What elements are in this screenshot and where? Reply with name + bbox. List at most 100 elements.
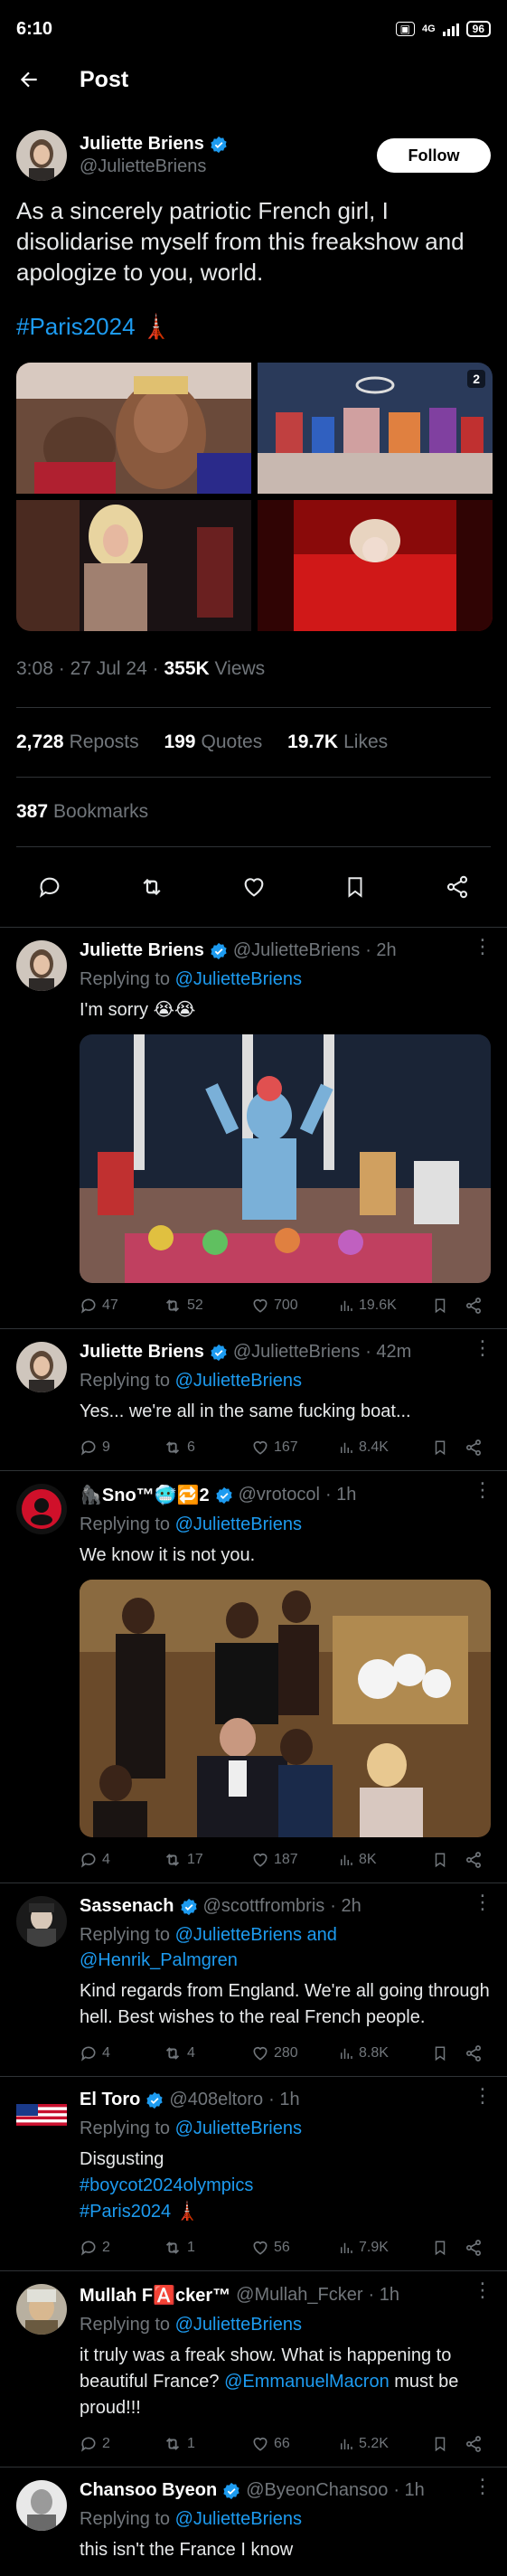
- reply-item[interactable]: El Toro @408eltoro · 1h Replying to @Jul…: [0, 2077, 507, 2271]
- bookmark-button[interactable]: [432, 1297, 465, 1314]
- reply-author-name[interactable]: Juliette Briens: [80, 1342, 204, 1363]
- reply-button[interactable]: 9: [80, 1439, 163, 1457]
- reply-author-handle[interactable]: @JulietteBriens: [233, 940, 360, 961]
- reply-author-handle[interactable]: @JulietteBriens: [233, 1342, 360, 1363]
- media-image-4[interactable]: [258, 500, 493, 631]
- like-button[interactable]: 280: [251, 2044, 338, 2062]
- views-button[interactable]: 8K: [338, 1852, 432, 1868]
- mention-link[interactable]: @EmmanuelMacron: [224, 2372, 390, 2392]
- bookmarks-stat[interactable]: 387 Bookmarks: [16, 801, 148, 822]
- more-dots-icon[interactable]: ⋮: [473, 2477, 493, 2496]
- reply-author-name[interactable]: Juliette Briens: [80, 940, 204, 961]
- views-button[interactable]: 5.2K: [338, 2436, 432, 2452]
- reply-item[interactable]: 🦍Sno™🥶🔁2 @vrotocol · 1h Replying to @Jul…: [0, 1471, 507, 1883]
- bookmark-button[interactable]: [432, 1852, 465, 1868]
- reply-author-name[interactable]: Mullah F🅰️cker™: [80, 2284, 230, 2307]
- repost-button[interactable]: 6: [163, 1438, 251, 1458]
- reply-author-name[interactable]: Chansoo Byeon: [80, 2480, 217, 2501]
- replying-to-link[interactable]: @JulietteBriens: [175, 2118, 302, 2138]
- bookmark-button[interactable]: [340, 872, 371, 902]
- views-button[interactable]: 8.4K: [338, 1439, 432, 1456]
- like-button[interactable]: [239, 872, 269, 902]
- like-button[interactable]: 700: [251, 1297, 338, 1315]
- reply-item[interactable]: Chansoo Byeon @ByeonChansoo · 1h Replyin…: [0, 2467, 507, 2576]
- like-button[interactable]: 187: [251, 1851, 338, 1869]
- hashtag-link[interactable]: #Paris2024: [16, 313, 136, 340]
- share-button[interactable]: [465, 1297, 492, 1315]
- follow-button[interactable]: Follow: [377, 138, 491, 173]
- repost-button[interactable]: 17: [163, 1850, 251, 1870]
- avatar[interactable]: [16, 130, 67, 181]
- more-dots-icon[interactable]: ⋮: [473, 1338, 493, 1358]
- reply-item[interactable]: Juliette Briens @JulietteBriens · 2h Rep…: [0, 928, 507, 1329]
- quotes-stat[interactable]: 199 Quotes: [164, 731, 262, 752]
- repost-button[interactable]: [136, 872, 167, 902]
- avatar[interactable]: [16, 2284, 67, 2335]
- bookmark-button[interactable]: [432, 1439, 465, 1456]
- views-button[interactable]: 19.6K: [338, 1297, 432, 1314]
- reply-author-name[interactable]: Sassenach: [80, 1896, 174, 1917]
- replying-to-link[interactable]: @JulietteBriens: [175, 969, 302, 989]
- media-image-2[interactable]: 2: [258, 363, 493, 494]
- replying-to-link[interactable]: @JulietteBriens: [175, 2509, 302, 2529]
- reply-author-name[interactable]: 🦍Sno™🥶🔁2: [80, 1484, 210, 1506]
- views-button[interactable]: 7.9K: [338, 2240, 432, 2256]
- likes-stat[interactable]: 19.7K Likes: [287, 731, 388, 752]
- views-button[interactable]: 8.8K: [338, 2045, 432, 2062]
- reply-author-handle[interactable]: @ByeonChansoo: [246, 2480, 388, 2501]
- share-button[interactable]: [442, 872, 473, 902]
- reposts-stat[interactable]: 2,728 Reposts: [16, 731, 139, 752]
- more-dots-icon[interactable]: ⋮: [473, 937, 493, 957]
- reply-media-image[interactable]: [80, 1034, 491, 1283]
- reply-button[interactable]: 2: [80, 2435, 163, 2453]
- reply-author-handle[interactable]: @Mullah_Fcker: [236, 2285, 362, 2306]
- reply-item[interactable]: Juliette Briens @JulietteBriens · 42m Re…: [0, 1329, 507, 1471]
- reply-button[interactable]: 4: [80, 2044, 163, 2062]
- share-button[interactable]: [465, 1851, 492, 1869]
- avatar[interactable]: [16, 1896, 67, 1947]
- repost-button[interactable]: 1: [163, 2434, 251, 2454]
- replying-to-link[interactable]: @JulietteBriens: [175, 1371, 302, 1391]
- avatar[interactable]: [16, 940, 67, 991]
- reply-media-image[interactable]: [80, 1580, 491, 1837]
- hashtag-link[interactable]: #boycot2024olympics: [80, 2173, 492, 2199]
- share-button[interactable]: [465, 2435, 492, 2453]
- reply-item[interactable]: Mullah F🅰️cker™ @Mullah_Fcker · 1h Reply…: [0, 2271, 507, 2467]
- author-name[interactable]: Juliette Briens: [80, 134, 204, 155]
- more-dots-icon[interactable]: ⋮: [473, 2280, 493, 2300]
- more-dots-icon[interactable]: ⋮: [473, 1892, 493, 1912]
- reply-button[interactable]: 2: [80, 2239, 163, 2257]
- replying-to-link[interactable]: @JulietteBriens: [175, 2315, 302, 2335]
- media-image-3[interactable]: [16, 500, 251, 631]
- share-button[interactable]: [465, 1439, 492, 1457]
- repost-button[interactable]: 52: [163, 1296, 251, 1316]
- hashtag-link[interactable]: #Paris2024 🗼: [80, 2199, 492, 2225]
- bookmark-button[interactable]: [432, 2240, 465, 2256]
- more-dots-icon[interactable]: ⋮: [473, 2086, 493, 2106]
- repost-button[interactable]: 1: [163, 2238, 251, 2258]
- media-image-1[interactable]: [16, 363, 251, 494]
- avatar[interactable]: [16, 2090, 67, 2140]
- share-button[interactable]: [465, 2239, 492, 2257]
- reply-author-handle[interactable]: @scottfrombris: [203, 1896, 325, 1917]
- replying-to-link[interactable]: @JulietteBriens: [175, 1514, 302, 1534]
- author-handle[interactable]: @JulietteBriens: [80, 156, 377, 177]
- share-button[interactable]: [465, 2044, 492, 2062]
- more-dots-icon[interactable]: ⋮: [473, 1480, 493, 1500]
- reply-item[interactable]: Sassenach @scottfrombris · 2h Replying t…: [0, 1883, 507, 2077]
- like-button[interactable]: 167: [251, 1439, 338, 1457]
- bookmark-button[interactable]: [432, 2045, 465, 2062]
- repost-button[interactable]: 4: [163, 2043, 251, 2063]
- reply-author-handle[interactable]: @vrotocol: [239, 1485, 320, 1505]
- like-button[interactable]: 56: [251, 2239, 338, 2257]
- back-button[interactable]: [14, 65, 43, 94]
- reply-button[interactable]: 47: [80, 1297, 163, 1315]
- reply-button[interactable]: [34, 872, 65, 902]
- reply-button[interactable]: 4: [80, 1851, 163, 1869]
- reply-author-name[interactable]: El Toro: [80, 2090, 140, 2110]
- avatar[interactable]: [16, 1484, 67, 1534]
- avatar[interactable]: [16, 2480, 67, 2531]
- avatar[interactable]: [16, 1342, 67, 1392]
- like-button[interactable]: 66: [251, 2435, 338, 2453]
- reply-author-handle[interactable]: @408eltoro: [169, 2090, 263, 2110]
